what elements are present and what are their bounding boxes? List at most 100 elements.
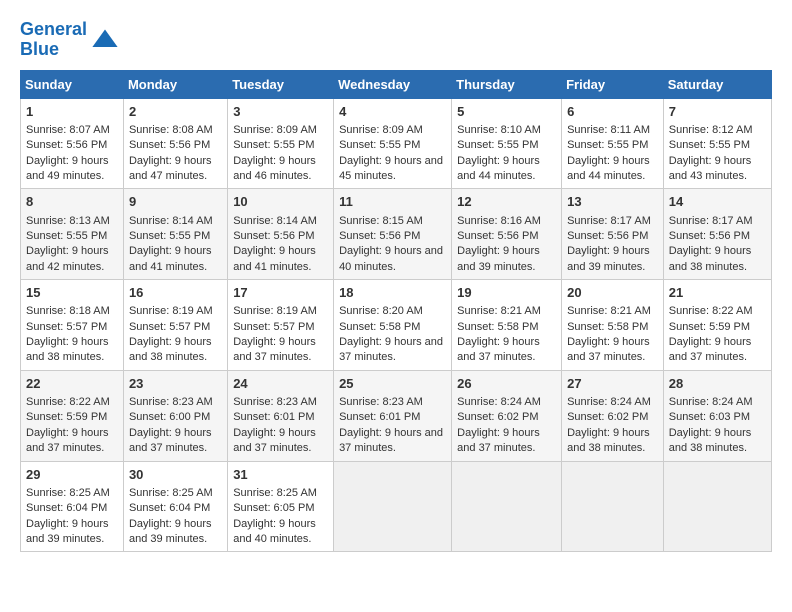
day-number: 6: [567, 103, 658, 121]
logo: GeneralBlue: [20, 20, 119, 60]
daylight-text: Daylight: 9 hours and 41 minutes.: [129, 244, 222, 275]
calendar-cell: [452, 461, 562, 552]
daylight-text: Daylight: 9 hours and 37 minutes.: [233, 335, 328, 366]
calendar-cell: 30Sunrise: 8:25 AMSunset: 6:04 PMDayligh…: [123, 461, 227, 552]
sunset-text: Sunset: 5:56 PM: [26, 138, 118, 153]
sunrise-text: Sunrise: 8:09 AM: [339, 123, 446, 138]
sunrise-text: Sunrise: 8:20 AM: [339, 304, 446, 319]
day-number: 23: [129, 375, 222, 393]
calendar-cell: 26Sunrise: 8:24 AMSunset: 6:02 PMDayligh…: [452, 370, 562, 461]
daylight-text: Daylight: 9 hours and 38 minutes.: [26, 335, 118, 366]
calendar-cell: 21Sunrise: 8:22 AMSunset: 5:59 PMDayligh…: [663, 280, 771, 371]
calendar-cell: 13Sunrise: 8:17 AMSunset: 5:56 PMDayligh…: [562, 189, 664, 280]
calendar-cell: 24Sunrise: 8:23 AMSunset: 6:01 PMDayligh…: [228, 370, 334, 461]
sunrise-text: Sunrise: 8:23 AM: [339, 395, 446, 410]
calendar-cell: 6 Sunrise: 8:11 AMSunset: 5:55 PMDaylight…: [562, 98, 664, 189]
day-number: 29: [26, 466, 118, 484]
sunrise-text: Sunrise: 8:13 AM: [26, 214, 118, 229]
calendar-cell: 1Sunrise: 8:07 AMSunset: 5:56 PMDaylight…: [21, 98, 124, 189]
daylight-text: Daylight: 9 hours and 39 minutes.: [129, 517, 222, 548]
calendar-cell: 29Sunrise: 8:25 AMSunset: 6:04 PMDayligh…: [21, 461, 124, 552]
sunset-text: Sunset: 6:02 PM: [567, 410, 658, 425]
calendar-cell: [663, 461, 771, 552]
day-number: 30: [129, 466, 222, 484]
weekday-header-friday: Friday: [562, 70, 664, 98]
calendar-cell: 18Sunrise: 8:20 AMSunset: 5:58 PMDayligh…: [334, 280, 452, 371]
sunset-text: Sunset: 6:01 PM: [233, 410, 328, 425]
sunrise-text: Sunrise: 8:24 AM: [669, 395, 766, 410]
sunrise-text: Sunrise: 8:23 AM: [129, 395, 222, 410]
calendar-cell: 23Sunrise: 8:23 AMSunset: 6:00 PMDayligh…: [123, 370, 227, 461]
day-number: 22: [26, 375, 118, 393]
daylight-text: Daylight: 9 hours and 43 minutes.: [669, 154, 766, 185]
day-number: 21: [669, 284, 766, 302]
day-number: 15: [26, 284, 118, 302]
sunset-text: Sunset: 5:56 PM: [233, 229, 328, 244]
calendar-cell: 12Sunrise: 8:16 AMSunset: 5:56 PMDayligh…: [452, 189, 562, 280]
sunset-text: Sunset: 6:04 PM: [129, 501, 222, 516]
sunset-text: Sunset: 5:59 PM: [669, 320, 766, 335]
day-number: 8: [26, 193, 118, 211]
logo-icon: [91, 26, 119, 54]
daylight-text: Daylight: 9 hours and 47 minutes.: [129, 154, 222, 185]
calendar-cell: 31 Sunrise: 8:25 AMSunset: 6:05 PMDayligh…: [228, 461, 334, 552]
sunrise-text: Sunrise: 8:22 AM: [669, 304, 766, 319]
sunset-text: Sunset: 6:02 PM: [457, 410, 556, 425]
day-number: 14: [669, 193, 766, 211]
sunrise-text: Sunrise: 8:11 AM: [567, 123, 658, 138]
day-number: 31: [233, 466, 328, 484]
calendar-cell: 25Sunrise: 8:23 AMSunset: 6:01 PMDayligh…: [334, 370, 452, 461]
daylight-text: Daylight: 9 hours and 46 minutes.: [233, 154, 328, 185]
sunrise-text: Sunrise: 8:14 AM: [233, 214, 328, 229]
sunset-text: Sunset: 5:57 PM: [129, 320, 222, 335]
daylight-text: Daylight: 9 hours and 42 minutes.: [26, 244, 118, 275]
daylight-text: Daylight: 9 hours and 39 minutes.: [457, 244, 556, 275]
day-number: 28: [669, 375, 766, 393]
sunrise-text: Sunrise: 8:25 AM: [26, 486, 118, 501]
daylight-text: Daylight: 9 hours and 40 minutes.: [233, 517, 328, 548]
sunset-text: Sunset: 5:55 PM: [26, 229, 118, 244]
calendar-cell: [334, 461, 452, 552]
calendar-week-row: 1Sunrise: 8:07 AMSunset: 5:56 PMDaylight…: [21, 98, 772, 189]
calendar-cell: 4Sunrise: 8:09 AMSunset: 5:55 PMDaylight…: [334, 98, 452, 189]
sunset-text: Sunset: 6:00 PM: [129, 410, 222, 425]
calendar-cell: 2Sunrise: 8:08 AMSunset: 5:56 PMDaylight…: [123, 98, 227, 189]
sunrise-text: Sunrise: 8:15 AM: [339, 214, 446, 229]
calendar-cell: 11 Sunrise: 8:15 AMSunset: 5:56 PMDayligh…: [334, 189, 452, 280]
calendar-cell: 9Sunrise: 8:14 AMSunset: 5:55 PMDaylight…: [123, 189, 227, 280]
sunset-text: Sunset: 5:55 PM: [669, 138, 766, 153]
calendar-cell: 27Sunrise: 8:24 AMSunset: 6:02 PMDayligh…: [562, 370, 664, 461]
daylight-text: Daylight: 9 hours and 37 minutes.: [339, 426, 446, 457]
day-number: 19: [457, 284, 556, 302]
sunset-text: Sunset: 6:05 PM: [233, 501, 328, 516]
sunrise-text: Sunrise: 8:08 AM: [129, 123, 222, 138]
weekday-header-row: SundayMondayTuesdayWednesdayThursdayFrid…: [21, 70, 772, 98]
sunset-text: Sunset: 5:55 PM: [567, 138, 658, 153]
sunset-text: Sunset: 5:57 PM: [26, 320, 118, 335]
sunrise-text: Sunrise: 8:18 AM: [26, 304, 118, 319]
sunrise-text: Sunrise: 8:10 AM: [457, 123, 556, 138]
day-number: 1: [26, 103, 118, 121]
sunset-text: Sunset: 5:58 PM: [457, 320, 556, 335]
day-number: 18: [339, 284, 446, 302]
daylight-text: Daylight: 9 hours and 40 minutes.: [339, 244, 446, 275]
daylight-text: Daylight: 9 hours and 37 minutes.: [26, 426, 118, 457]
daylight-text: Daylight: 9 hours and 37 minutes.: [457, 426, 556, 457]
calendar-cell: 17 Sunrise: 8:19 AMSunset: 5:57 PMDayligh…: [228, 280, 334, 371]
sunset-text: Sunset: 5:56 PM: [567, 229, 658, 244]
daylight-text: Daylight: 9 hours and 49 minutes.: [26, 154, 118, 185]
day-number: 17: [233, 284, 328, 302]
day-number: 11: [339, 193, 446, 211]
daylight-text: Daylight: 9 hours and 44 minutes.: [567, 154, 658, 185]
sunset-text: Sunset: 5:57 PM: [233, 320, 328, 335]
calendar-cell: 8 Sunrise: 8:13 AMSunset: 5:55 PMDaylight…: [21, 189, 124, 280]
calendar-cell: 19Sunrise: 8:21 AMSunset: 5:58 PMDayligh…: [452, 280, 562, 371]
day-number: 12: [457, 193, 556, 211]
sunrise-text: Sunrise: 8:19 AM: [233, 304, 328, 319]
sunset-text: Sunset: 5:56 PM: [669, 229, 766, 244]
sunrise-text: Sunrise: 8:25 AM: [233, 486, 328, 501]
sunrise-text: Sunrise: 8:14 AM: [129, 214, 222, 229]
sunset-text: Sunset: 5:56 PM: [339, 229, 446, 244]
sunset-text: Sunset: 5:59 PM: [26, 410, 118, 425]
calendar-cell: [562, 461, 664, 552]
